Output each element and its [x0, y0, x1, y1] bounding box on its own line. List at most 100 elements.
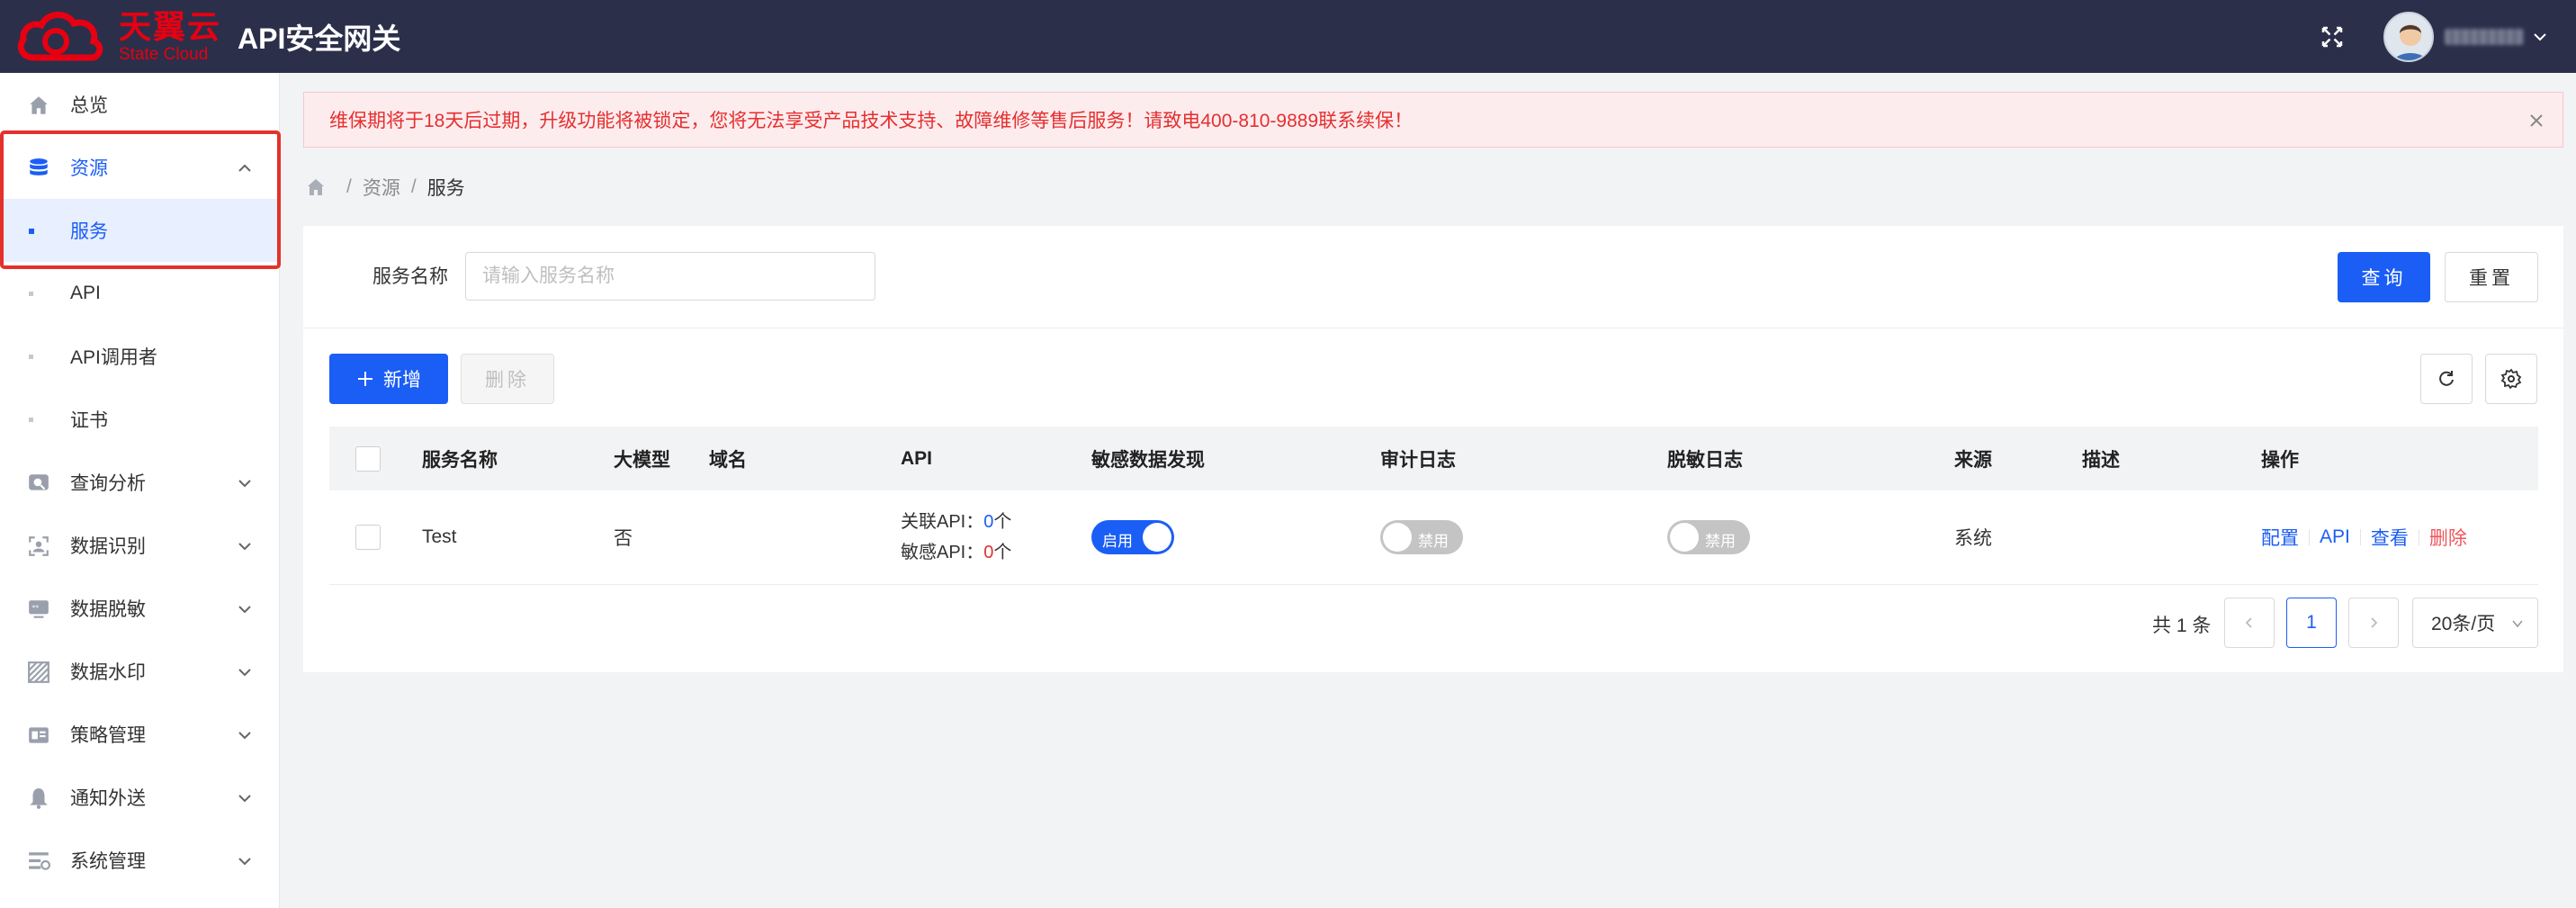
username-blurred[interactable]	[2445, 28, 2524, 45]
sidebar-item-policy-management[interactable]: 策略管理	[0, 703, 279, 766]
home-icon[interactable]	[305, 176, 327, 198]
chevron-down-icon	[238, 795, 251, 803]
toggle-knob	[1143, 523, 1171, 552]
api-linked-label: 关联API：	[901, 512, 984, 532]
logo: 天翼云 State Cloud	[0, 0, 221, 73]
sidebar-item-query-analysis[interactable]: 查询分析	[0, 451, 279, 514]
api-sensitive-line: 敏感API：0个	[901, 537, 1011, 568]
plus-icon	[358, 372, 372, 386]
total-count: 共 1 条	[2152, 616, 2212, 636]
app-title: API安全网关	[238, 22, 401, 55]
main-panel: 服务名称 查询 重置 新增 删除 服务名称 大模型 域名 API 敏感数据发现 …	[303, 226, 2563, 672]
row-checkbox[interactable]	[355, 525, 381, 550]
api-sensitive-count[interactable]: 0	[983, 543, 993, 562]
sidebar-item-label: API	[70, 283, 101, 303]
breadcrumb-item-current: 服务	[426, 178, 465, 199]
chevron-down-icon	[238, 732, 251, 740]
avatar[interactable]	[2383, 11, 2434, 62]
sidebar-item-data-watermark[interactable]: 数据水印	[0, 640, 279, 703]
bullet-icon	[29, 418, 33, 422]
sensitive-discovery-toggle[interactable]: 启用	[1091, 520, 1174, 554]
action-divider	[2359, 529, 2361, 545]
watermark-icon	[28, 661, 49, 683]
sidebar-item-label: 系统管理	[70, 851, 146, 872]
column-header: 描述	[2082, 449, 2120, 471]
api-unit: 个	[993, 543, 1012, 562]
prev-page-button[interactable]	[2224, 598, 2275, 648]
configure-link[interactable]: 配置	[2261, 524, 2299, 551]
chevron-down-icon	[238, 669, 251, 677]
api-link[interactable]: API	[2320, 526, 2350, 548]
column-header: 审计日志	[1380, 449, 1456, 471]
settings-button[interactable]	[2485, 354, 2537, 404]
breadcrumb-separator: /	[346, 176, 352, 197]
delete-button[interactable]: 删除	[461, 354, 554, 404]
table-row: Test 否 关联API：0个 敏感API：0个 启用 禁用 禁用 系统 配置 …	[329, 490, 2538, 585]
scan-icon	[29, 536, 49, 556]
chevron-right-icon	[2371, 617, 2378, 628]
bullet-icon	[29, 355, 33, 359]
sidebar-item-system-management[interactable]: 系统管理	[0, 829, 279, 892]
mask-icon: **	[29, 600, 49, 618]
cloud-logo-icon	[17, 11, 103, 60]
svg-text:**: **	[31, 604, 39, 612]
query-button[interactable]: 查询	[2338, 252, 2430, 302]
chevron-left-icon	[2245, 617, 2252, 628]
search-label: 服务名称	[372, 266, 448, 287]
toggle-label: 禁用	[1418, 533, 1449, 550]
sidebar-item-data-identification[interactable]: 数据识别	[0, 514, 279, 577]
breadcrumb-item-resources[interactable]: 资源	[363, 174, 400, 201]
mask-log-toggle[interactable]: 禁用	[1667, 520, 1750, 554]
sidebar-item-overview[interactable]: 总览	[0, 73, 279, 136]
column-header: 大模型	[614, 449, 670, 471]
expiry-warning-alert: 维保期将于18天后过期，升级功能将被锁定，您将无法享受产品技术支持、故障维修等售…	[303, 92, 2563, 148]
select-all-checkbox[interactable]	[355, 445, 381, 472]
sidebar-item-label: 策略管理	[70, 725, 146, 746]
view-link[interactable]: 查看	[2371, 524, 2409, 551]
chevron-down-icon	[2512, 620, 2523, 628]
column-header: API	[901, 447, 933, 469]
action-divider	[2309, 529, 2310, 545]
sidebar-item-label: 总览	[70, 95, 108, 116]
cell-service-name: Test	[422, 526, 457, 547]
sidebar-item-data-masking[interactable]: ** 数据脱敏	[0, 577, 279, 640]
toggle-label: 启用	[1102, 533, 1133, 550]
api-sensitive-label: 敏感API：	[901, 543, 984, 562]
sidebar-item-certificates[interactable]: 证书	[0, 388, 279, 451]
sidebar-item-label: 数据水印	[70, 662, 146, 683]
api-linked-line: 关联API：0个	[901, 507, 1011, 537]
sidebar-item-resources[interactable]: 资源	[0, 136, 279, 199]
table-header: 服务名称 大模型 域名 API 敏感数据发现 审计日志 脱敏日志 来源 描述 操…	[329, 427, 2538, 490]
refresh-button[interactable]	[2420, 354, 2473, 404]
chevron-down-icon[interactable]	[2531, 28, 2549, 46]
audit-log-toggle[interactable]: 禁用	[1380, 520, 1463, 554]
next-page-button[interactable]	[2348, 598, 2399, 648]
chevron-down-icon	[238, 543, 251, 551]
search-analysis-icon	[29, 474, 49, 490]
sidebar-item-notification[interactable]: 通知外送	[0, 766, 279, 829]
top-header: 天翼云 State Cloud API安全网关	[0, 0, 2576, 73]
sidebar: 总览 资源 服务 API API调用者 证书 查询分析 数据识别 ** 数据脱敏	[0, 73, 281, 908]
page-number-button[interactable]: 1	[2286, 598, 2337, 648]
add-button[interactable]: 新增	[329, 354, 448, 404]
sidebar-item-api[interactable]: API	[0, 262, 279, 325]
api-linked-count[interactable]: 0	[983, 512, 993, 532]
fullscreen-icon[interactable]	[2319, 23, 2346, 50]
reset-button[interactable]: 重置	[2445, 252, 2538, 302]
chevron-up-icon	[238, 164, 251, 172]
delete-link[interactable]: 删除	[2429, 524, 2467, 551]
bullet-icon	[29, 229, 34, 234]
sidebar-item-api-callers[interactable]: API调用者	[0, 325, 279, 388]
page-size-select[interactable]: 20条/页	[2412, 598, 2538, 648]
chevron-down-icon	[238, 858, 251, 866]
column-header: 来源	[1954, 449, 1992, 471]
cell-llm: 否	[614, 528, 633, 549]
logo-english-text: State Cloud	[119, 44, 209, 64]
service-name-input[interactable]	[465, 252, 875, 301]
close-icon[interactable]	[2527, 111, 2546, 130]
column-header: 敏感数据发现	[1091, 449, 1205, 471]
home-icon	[30, 96, 48, 114]
pagination: 共 1 条 1 20条/页	[303, 597, 2563, 651]
sidebar-item-services[interactable]: 服务	[0, 199, 279, 262]
sidebar-item-label: 服务	[70, 221, 108, 242]
